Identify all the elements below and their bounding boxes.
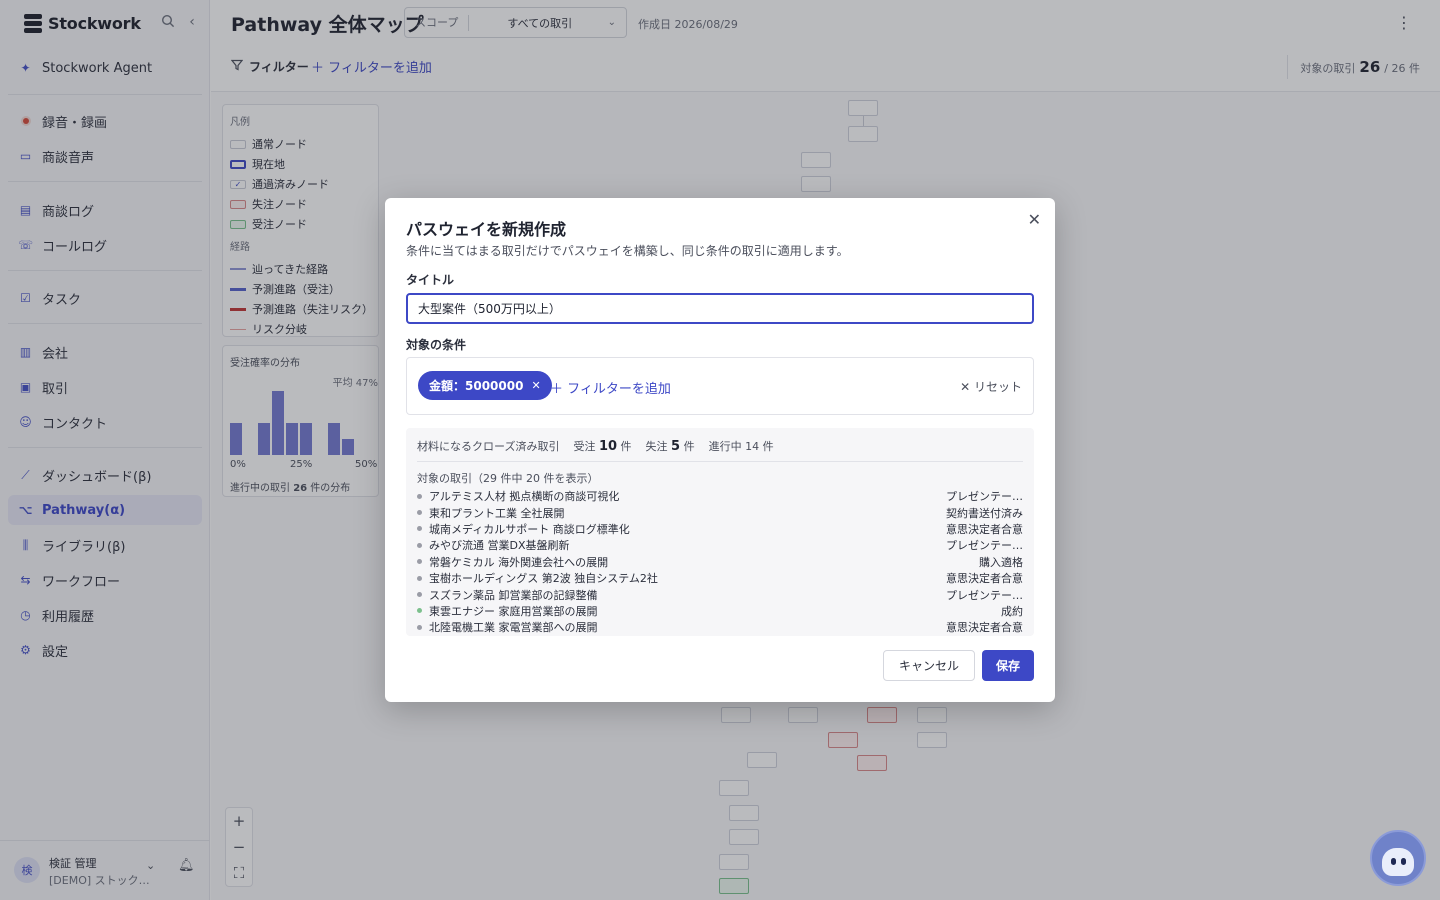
close-icon[interactable]: ✕ (1028, 210, 1041, 229)
deal-list-heading: 対象の取引（29 件中 20 件を表示） (417, 472, 599, 485)
deal-name: 常磐ケミカル 海外関連会社への展開 (429, 555, 609, 569)
deal-name: みやび流通 営業DX基盤刷新 (429, 539, 570, 553)
deal-stage: プレゼンテー… (946, 490, 1023, 504)
status-dot (417, 526, 422, 532)
condition-box: 金額：5000000 ✕ ＋ フィルターを追加 ✕ リセット (406, 357, 1034, 415)
deal-stage: 意思決定者合意 (946, 621, 1023, 635)
stats-label: 材料になるクローズ済み取引 (417, 440, 560, 453)
deal-stage: プレゼンテー… (946, 539, 1023, 553)
deal-row[interactable]: 北陸電機工業 家電営業部への展開 意思決定者合意 (417, 619, 1023, 635)
dialog-title: パスウェイを新規作成 (406, 220, 567, 239)
reset-button[interactable]: ✕ リセット (960, 378, 1022, 395)
closed-deal-stats: 材料になるクローズ済み取引 受注 10 件 失注 5 件 進行中 14 件 (417, 437, 1023, 462)
won-count: 受注 10 件 (573, 439, 632, 454)
lost-count: 失注 5 件 (645, 439, 695, 454)
deal-row[interactable]: 宝樹ホールディングス 第2波 独自システム2社 意思決定者合意 (417, 570, 1023, 586)
open-count: 進行中 14 件 (708, 440, 774, 453)
status-dot (417, 542, 422, 548)
deal-name: 北陸電機工業 家電営業部への展開 (429, 621, 598, 635)
remove-chip-icon[interactable]: ✕ (531, 379, 540, 392)
mascot-eye (1401, 858, 1406, 865)
deal-row[interactable]: みやび流通 営業DX基盤刷新 プレゼンテー… (417, 537, 1023, 553)
status-dot (417, 608, 422, 614)
deal-name: スズラン薬品 卸営業部の記録整備 (429, 588, 598, 602)
cancel-button[interactable]: キャンセル (883, 650, 975, 681)
title-input[interactable] (406, 293, 1034, 324)
status-dot (417, 575, 422, 581)
save-button[interactable]: 保存 (982, 650, 1034, 681)
mascot-eye (1391, 858, 1396, 865)
deal-name: 城南メディカルサポート 商談ログ標準化 (429, 522, 630, 536)
create-pathway-dialog: ✕ パスウェイを新規作成 条件に当てはまる取引だけでパスウェイを構築し、同じ条件… (385, 198, 1055, 702)
assistant-mascot-icon[interactable] (1370, 830, 1426, 886)
deal-name: 宝樹ホールディングス 第2波 独自システム2社 (429, 572, 658, 586)
title-field-label: タイトル (406, 273, 455, 287)
deal-row[interactable]: 東雲エナジー 家庭用営業部の展開 成約 (417, 603, 1023, 619)
deal-stage: 購入適格 (979, 555, 1023, 569)
deal-row[interactable]: 城南メディカルサポート 商談ログ標準化 意思決定者合意 (417, 521, 1023, 537)
status-dot (417, 493, 422, 499)
dialog-description: 条件に当てはまる取引だけでパスウェイを構築し、同じ条件の取引に適用します。 (406, 244, 849, 258)
deal-stage: 契約書送付済み (946, 506, 1023, 520)
status-dot (417, 559, 422, 565)
deal-stage: 意思決定者合意 (946, 522, 1023, 536)
deal-stage: 成約 (1001, 604, 1023, 618)
deal-row[interactable]: スズラン薬品 卸営業部の記録整備 プレゼンテー… (417, 586, 1023, 602)
deal-row[interactable]: 東和プラント工業 全社展開 契約書送付済み (417, 504, 1023, 520)
deal-list: アルテミス人材 拠点横断の商談可視化 プレゼンテー… 東和プラント工業 全社展開 契約… (417, 488, 1023, 636)
add-condition-button[interactable]: ＋ フィルターを追加 (550, 378, 671, 397)
mascot-face (1382, 848, 1414, 876)
deal-name: アルテミス人材 拠点横断の商談可視化 (429, 490, 620, 504)
deal-stage: 意思決定者合意 (946, 572, 1023, 586)
deal-summary-panel[interactable]: 材料になるクローズ済み取引 受注 10 件 失注 5 件 進行中 14 件 対象… (406, 428, 1034, 636)
deal-row[interactable]: アルテミス人材 拠点横断の商談可視化 プレゼンテー… (417, 488, 1023, 504)
status-dot (417, 592, 422, 598)
deal-name: 東雲エナジー 家庭用営業部の展開 (429, 604, 598, 618)
deal-name: 東和プラント工業 全社展開 (429, 506, 565, 520)
status-dot (417, 510, 422, 516)
deal-stage: プレゼンテー… (946, 588, 1023, 602)
filter-chip-amount[interactable]: 金額：5000000 ✕ (418, 371, 552, 400)
chip-label: 金額：5000000 (429, 379, 524, 393)
condition-label: 対象の条件 (406, 338, 467, 352)
deal-row[interactable]: 常磐ケミカル 海外関連会社への展開 購入適格 (417, 554, 1023, 570)
status-dot (417, 624, 422, 630)
